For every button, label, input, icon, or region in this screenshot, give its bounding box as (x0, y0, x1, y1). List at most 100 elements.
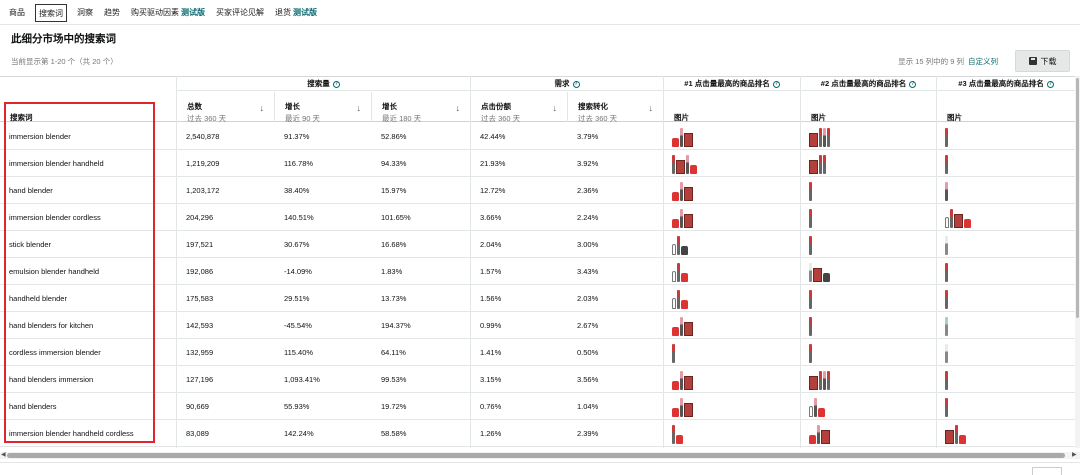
product-thumbnail[interactable] (945, 153, 948, 174)
product-image-cell[interactable] (800, 231, 937, 258)
product-thumbnail[interactable] (672, 261, 688, 282)
product-thumbnail[interactable] (672, 153, 697, 174)
tab-3[interactable]: 趋势 (103, 4, 121, 22)
product-thumbnail[interactable] (672, 207, 693, 228)
tab-1[interactable]: 搜索词 (35, 3, 67, 22)
search-term-cell[interactable]: immersion blender handheld (0, 150, 176, 177)
customize-columns-link[interactable]: 自定义列 (968, 57, 998, 66)
download-button[interactable]: 下载 (1015, 50, 1070, 72)
scroll-right-icon[interactable]: ▶ (1072, 452, 1077, 459)
info-icon[interactable]: ? (909, 80, 917, 88)
product-thumbnail[interactable] (672, 423, 683, 444)
product-image-cell[interactable] (663, 123, 800, 150)
product-image-cell[interactable] (800, 393, 937, 420)
product-image-cell[interactable] (800, 150, 937, 177)
product-thumbnail[interactable] (809, 288, 812, 309)
tab-4[interactable]: 购买驱动因素 测试版 (130, 4, 206, 22)
product-image-cell[interactable] (663, 177, 800, 204)
search-term-cell[interactable]: immersion blender handheld cordless (0, 420, 176, 447)
tab-6[interactable]: 退货 测试版 (274, 4, 318, 22)
product-image-cell[interactable] (936, 177, 1073, 204)
search-term-cell[interactable]: hand blenders immersion (0, 366, 176, 393)
product-image-cell[interactable] (936, 339, 1073, 366)
product-thumbnail[interactable] (945, 180, 948, 201)
search-term-cell[interactable]: handheld blender (0, 285, 176, 312)
product-image-cell[interactable] (936, 420, 1073, 447)
vertical-scroll-thumb[interactable] (1076, 78, 1079, 318)
product-thumbnail[interactable] (945, 396, 948, 417)
product-image-cell[interactable] (800, 123, 937, 150)
sort-down-icon[interactable]: ↓ (357, 103, 362, 113)
product-thumbnail[interactable] (945, 315, 948, 336)
product-thumbnail[interactable] (672, 126, 693, 147)
vertical-scrollbar[interactable] (1075, 76, 1080, 448)
product-thumbnail[interactable] (672, 288, 688, 309)
header-total-volume[interactable]: 总数 过去 360 天 ↓ (176, 92, 274, 123)
search-term-cell[interactable]: immersion blender (0, 123, 176, 150)
product-image-cell[interactable] (663, 150, 800, 177)
search-term-cell[interactable]: stick blender (0, 231, 176, 258)
product-thumbnail[interactable] (945, 126, 948, 147)
product-thumbnail[interactable] (809, 126, 830, 147)
product-thumbnail[interactable] (809, 396, 825, 417)
product-image-cell[interactable] (800, 339, 937, 366)
sort-down-icon[interactable]: ↓ (260, 103, 265, 113)
search-term-cell[interactable]: hand blender (0, 177, 176, 204)
scroll-left-icon[interactable]: ◀ (1, 452, 6, 459)
info-icon[interactable]: ? (1046, 80, 1054, 88)
product-image-cell[interactable] (936, 204, 1073, 231)
product-image-cell[interactable] (936, 393, 1073, 420)
product-image-cell[interactable] (663, 366, 800, 393)
product-image-cell[interactable] (936, 123, 1073, 150)
product-image-cell[interactable] (936, 258, 1073, 285)
product-thumbnail[interactable] (945, 288, 948, 309)
sort-down-icon[interactable]: ↓ (456, 103, 461, 113)
product-thumbnail[interactable] (945, 369, 948, 390)
product-thumbnail[interactable] (672, 180, 693, 201)
product-thumbnail[interactable] (809, 180, 812, 201)
product-thumbnail[interactable] (809, 153, 826, 174)
horizontal-scrollbar[interactable]: ◀ ▶ (0, 452, 1080, 459)
product-image-cell[interactable] (936, 366, 1073, 393)
product-image-cell[interactable] (663, 312, 800, 339)
product-thumbnail[interactable] (809, 261, 830, 282)
product-thumbnail[interactable] (809, 423, 830, 444)
product-image-cell[interactable] (800, 204, 937, 231)
product-thumbnail[interactable] (672, 342, 675, 363)
search-term-cell[interactable]: emulsion blender handheld (0, 258, 176, 285)
header-growth-180[interactable]: 增长 最近 180 天 ↓ (371, 92, 470, 123)
product-image-cell[interactable] (800, 177, 937, 204)
product-thumbnail[interactable] (945, 423, 966, 444)
info-icon[interactable]: ? (772, 80, 780, 88)
sort-down-icon[interactable]: ↓ (649, 103, 654, 113)
search-term-cell[interactable]: hand blenders (0, 393, 176, 420)
product-thumbnail[interactable] (809, 234, 812, 255)
search-term-cell[interactable]: cordless immersion blender (0, 339, 176, 366)
header-conversion[interactable]: 搜索转化 过去 360 天 ↓ (567, 92, 663, 123)
product-thumbnail[interactable] (672, 234, 688, 255)
horizontal-scroll-thumb[interactable] (7, 453, 1065, 458)
product-thumbnail[interactable] (809, 207, 812, 228)
product-thumbnail[interactable] (945, 234, 948, 255)
product-thumbnail[interactable] (945, 342, 948, 363)
product-image-cell[interactable] (663, 231, 800, 258)
search-term-cell[interactable]: hand blenders for kitchen (0, 312, 176, 339)
product-image-cell[interactable] (936, 231, 1073, 258)
product-thumbnail[interactable] (809, 342, 812, 363)
product-image-cell[interactable] (663, 420, 800, 447)
product-thumbnail[interactable] (945, 261, 948, 282)
tab-0[interactable]: 商品 (8, 4, 26, 22)
product-thumbnail[interactable] (672, 369, 693, 390)
product-image-cell[interactable] (800, 366, 937, 393)
product-image-cell[interactable] (800, 285, 937, 312)
sort-down-icon[interactable]: ↓ (553, 103, 558, 113)
product-thumbnail[interactable] (672, 396, 693, 417)
product-image-cell[interactable] (663, 339, 800, 366)
product-thumbnail[interactable] (945, 207, 971, 228)
info-icon[interactable]: ? (572, 80, 580, 88)
product-image-cell[interactable] (800, 258, 937, 285)
product-image-cell[interactable] (663, 393, 800, 420)
info-icon[interactable]: ? (332, 80, 340, 88)
tab-5[interactable]: 买家评论见解 (215, 4, 265, 22)
product-image-cell[interactable] (663, 285, 800, 312)
